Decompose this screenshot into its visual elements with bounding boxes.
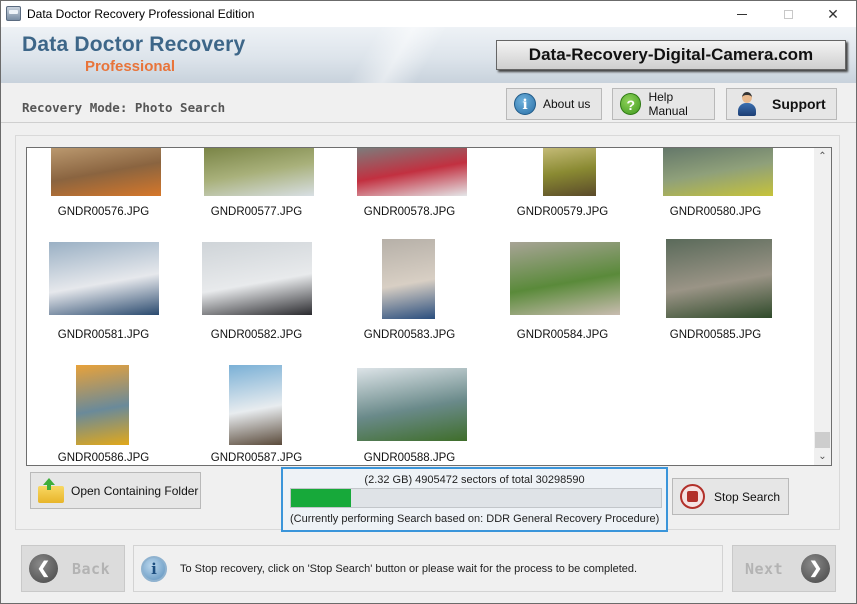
- back-button[interactable]: ❮ Back: [21, 545, 125, 592]
- next-label: Next: [745, 559, 784, 578]
- open-folder-label: Open Containing Folder: [71, 483, 199, 498]
- photo-thumbnail[interactable]: [666, 239, 772, 318]
- recovery-mode-label: Recovery Mode: Photo Search: [22, 100, 226, 115]
- photo-thumbnail[interactable]: [543, 148, 596, 196]
- chevron-right-icon: ❯: [801, 554, 831, 583]
- stop-search-label: Stop Search: [714, 489, 781, 504]
- close-button[interactable]: ✕: [810, 1, 856, 27]
- photo-filename: GNDR00580.JPG: [669, 206, 762, 218]
- photo-thumbnail[interactable]: [357, 368, 467, 441]
- photo-filename: GNDR00581.JPG: [57, 329, 150, 341]
- photo-filename: GNDR00576.JPG: [57, 206, 150, 218]
- open-containing-folder-button[interactable]: Open Containing Folder: [30, 472, 201, 509]
- next-button[interactable]: Next ❯: [732, 545, 836, 592]
- photo-thumbnail[interactable]: [357, 148, 467, 196]
- brand-subtitle: Professional: [85, 58, 176, 75]
- support-person-icon: [738, 92, 756, 116]
- mode-bar: Recovery Mode: Photo Search i About us ?…: [1, 83, 856, 123]
- info-message: To Stop recovery, click on 'Stop Search'…: [180, 562, 638, 575]
- help-manual-label: Help Manual: [648, 90, 688, 118]
- app-icon: [6, 6, 21, 21]
- photo-thumbnail[interactable]: [76, 365, 129, 445]
- photo-thumbnail[interactable]: [663, 148, 773, 196]
- procedure-status: (Currently performing Search based on: D…: [290, 513, 660, 525]
- scroll-thumb[interactable]: [815, 432, 830, 448]
- sectors-status: (2.32 GB) 4905472 sectors of total 30298…: [364, 474, 585, 486]
- vertical-scrollbar[interactable]: ⌃ ⌄: [814, 148, 831, 465]
- progress-fill: [291, 489, 351, 507]
- minimize-icon: [737, 13, 747, 15]
- brand-title: Data Doctor Recovery: [22, 33, 246, 56]
- scroll-down-button[interactable]: ⌄: [814, 448, 831, 465]
- photo-filename: GNDR00587.JPG: [210, 452, 303, 464]
- website-banner[interactable]: Data-Recovery-Digital-Camera.com: [496, 40, 846, 70]
- window-title: Data Doctor Recovery Professional Editio…: [27, 7, 255, 21]
- maximize-button[interactable]: [765, 1, 811, 27]
- photo-filename: GNDR00578.JPG: [363, 206, 456, 218]
- support-label: Support: [772, 96, 826, 112]
- photo-filename: GNDR00586.JPG: [57, 452, 150, 464]
- photo-thumbnail[interactable]: [204, 148, 314, 196]
- app-header: Data Doctor Recovery Professional Data-R…: [1, 27, 856, 83]
- stop-icon: [680, 484, 705, 509]
- about-us-button[interactable]: i About us: [506, 88, 602, 120]
- photo-thumbnail[interactable]: [202, 242, 312, 315]
- support-button[interactable]: Support: [726, 88, 837, 120]
- folder-icon: [38, 477, 64, 504]
- back-label: Back: [72, 559, 111, 578]
- photo-thumbnail[interactable]: [49, 242, 159, 315]
- photo-filename: GNDR00583.JPG: [363, 329, 456, 341]
- info-icon: i: [141, 555, 167, 582]
- photo-gallery[interactable]: ⌃ ⌄ GNDR00576.JPG GNDR00577.JPG GNDR00578.…: [26, 147, 832, 466]
- photo-thumbnail[interactable]: [510, 242, 620, 315]
- about-us-label: About us: [543, 97, 591, 111]
- chevron-left-icon: ❮: [29, 554, 58, 583]
- stop-search-button[interactable]: Stop Search: [672, 478, 789, 515]
- photo-thumbnail[interactable]: [382, 239, 435, 319]
- photo-filename: GNDR00579.JPG: [516, 206, 609, 218]
- photo-filename: GNDR00582.JPG: [210, 329, 303, 341]
- photo-filename: GNDR00577.JPG: [210, 206, 303, 218]
- scan-progress-panel: (2.32 GB) 4905472 sectors of total 30298…: [281, 467, 668, 532]
- minimize-button[interactable]: [719, 1, 765, 27]
- app-window: Data Doctor Recovery Professional Editio…: [0, 0, 857, 604]
- help-icon: ?: [620, 93, 642, 115]
- maximize-icon: [783, 9, 793, 19]
- title-bar: Data Doctor Recovery Professional Editio…: [1, 1, 856, 27]
- help-manual-button[interactable]: ? Help Manual: [612, 88, 715, 120]
- info-icon: i: [514, 93, 536, 115]
- progress-bar: [290, 488, 662, 508]
- photo-filename: GNDR00585.JPG: [669, 329, 762, 341]
- photo-filename: GNDR00584.JPG: [516, 329, 609, 341]
- photo-filename: GNDR00588.JPG: [363, 452, 456, 464]
- photo-thumbnail[interactable]: [51, 148, 161, 196]
- scroll-up-button[interactable]: ⌃: [814, 148, 831, 165]
- info-bar: i To Stop recovery, click on 'Stop Searc…: [133, 545, 723, 592]
- photo-thumbnail[interactable]: [229, 365, 282, 445]
- close-icon: ✕: [827, 5, 839, 22]
